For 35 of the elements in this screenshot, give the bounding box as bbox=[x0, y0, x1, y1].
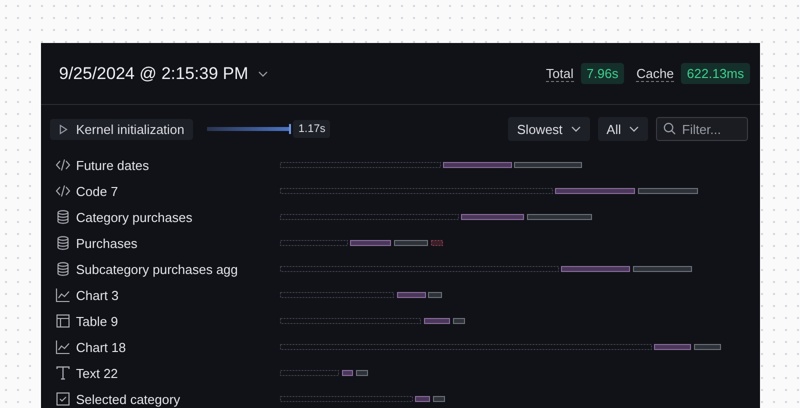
cell-name[interactable]: Purchases bbox=[76, 236, 138, 250]
code-icon bbox=[55, 157, 71, 173]
cell-name[interactable]: Future dates bbox=[76, 158, 149, 172]
chevron-icon bbox=[258, 70, 268, 76]
duration-badge: 1.17s bbox=[293, 120, 330, 138]
database-icon bbox=[55, 261, 71, 277]
sort-dropdown[interactable]: Slowest bbox=[508, 117, 590, 141]
filter-field[interactable]: Filter... bbox=[656, 117, 748, 141]
line-chart-icon bbox=[55, 339, 71, 355]
kernel-button[interactable]: Kernel initialization bbox=[50, 118, 194, 140]
stat-label: Cache bbox=[636, 66, 674, 82]
cell-name[interactable]: Subcategory purchases agg bbox=[76, 262, 238, 276]
chevron-icon bbox=[629, 126, 639, 132]
stat-label: Total bbox=[546, 66, 574, 82]
table-icon bbox=[55, 313, 71, 329]
search-icon bbox=[663, 122, 676, 135]
cell-name[interactable]: Selected category bbox=[76, 392, 180, 406]
text-icon bbox=[55, 365, 71, 381]
run-selector[interactable]: 9/25/2024 @ 2:15:39 PM bbox=[59, 64, 268, 84]
play-icon bbox=[59, 124, 68, 134]
line-chart-icon bbox=[55, 287, 71, 303]
type-dropdown[interactable]: All bbox=[598, 117, 648, 141]
cell-name[interactable]: Category purchases bbox=[76, 210, 192, 224]
stat-value: 622.13ms bbox=[680, 63, 750, 84]
cell-name[interactable]: Code 7 bbox=[76, 184, 118, 198]
stat-value: 7.96s bbox=[580, 63, 624, 84]
cell-name[interactable]: Chart 18 bbox=[76, 340, 126, 354]
cell-name[interactable]: Table 9 bbox=[76, 314, 118, 328]
database-icon bbox=[55, 235, 71, 251]
cell-name[interactable]: Text 22 bbox=[76, 366, 118, 380]
checkbox-icon bbox=[55, 391, 71, 407]
database-icon bbox=[55, 209, 71, 225]
chevron-icon bbox=[570, 126, 581, 132]
cell-name[interactable]: Chart 3 bbox=[76, 288, 119, 302]
code-icon bbox=[55, 183, 71, 199]
